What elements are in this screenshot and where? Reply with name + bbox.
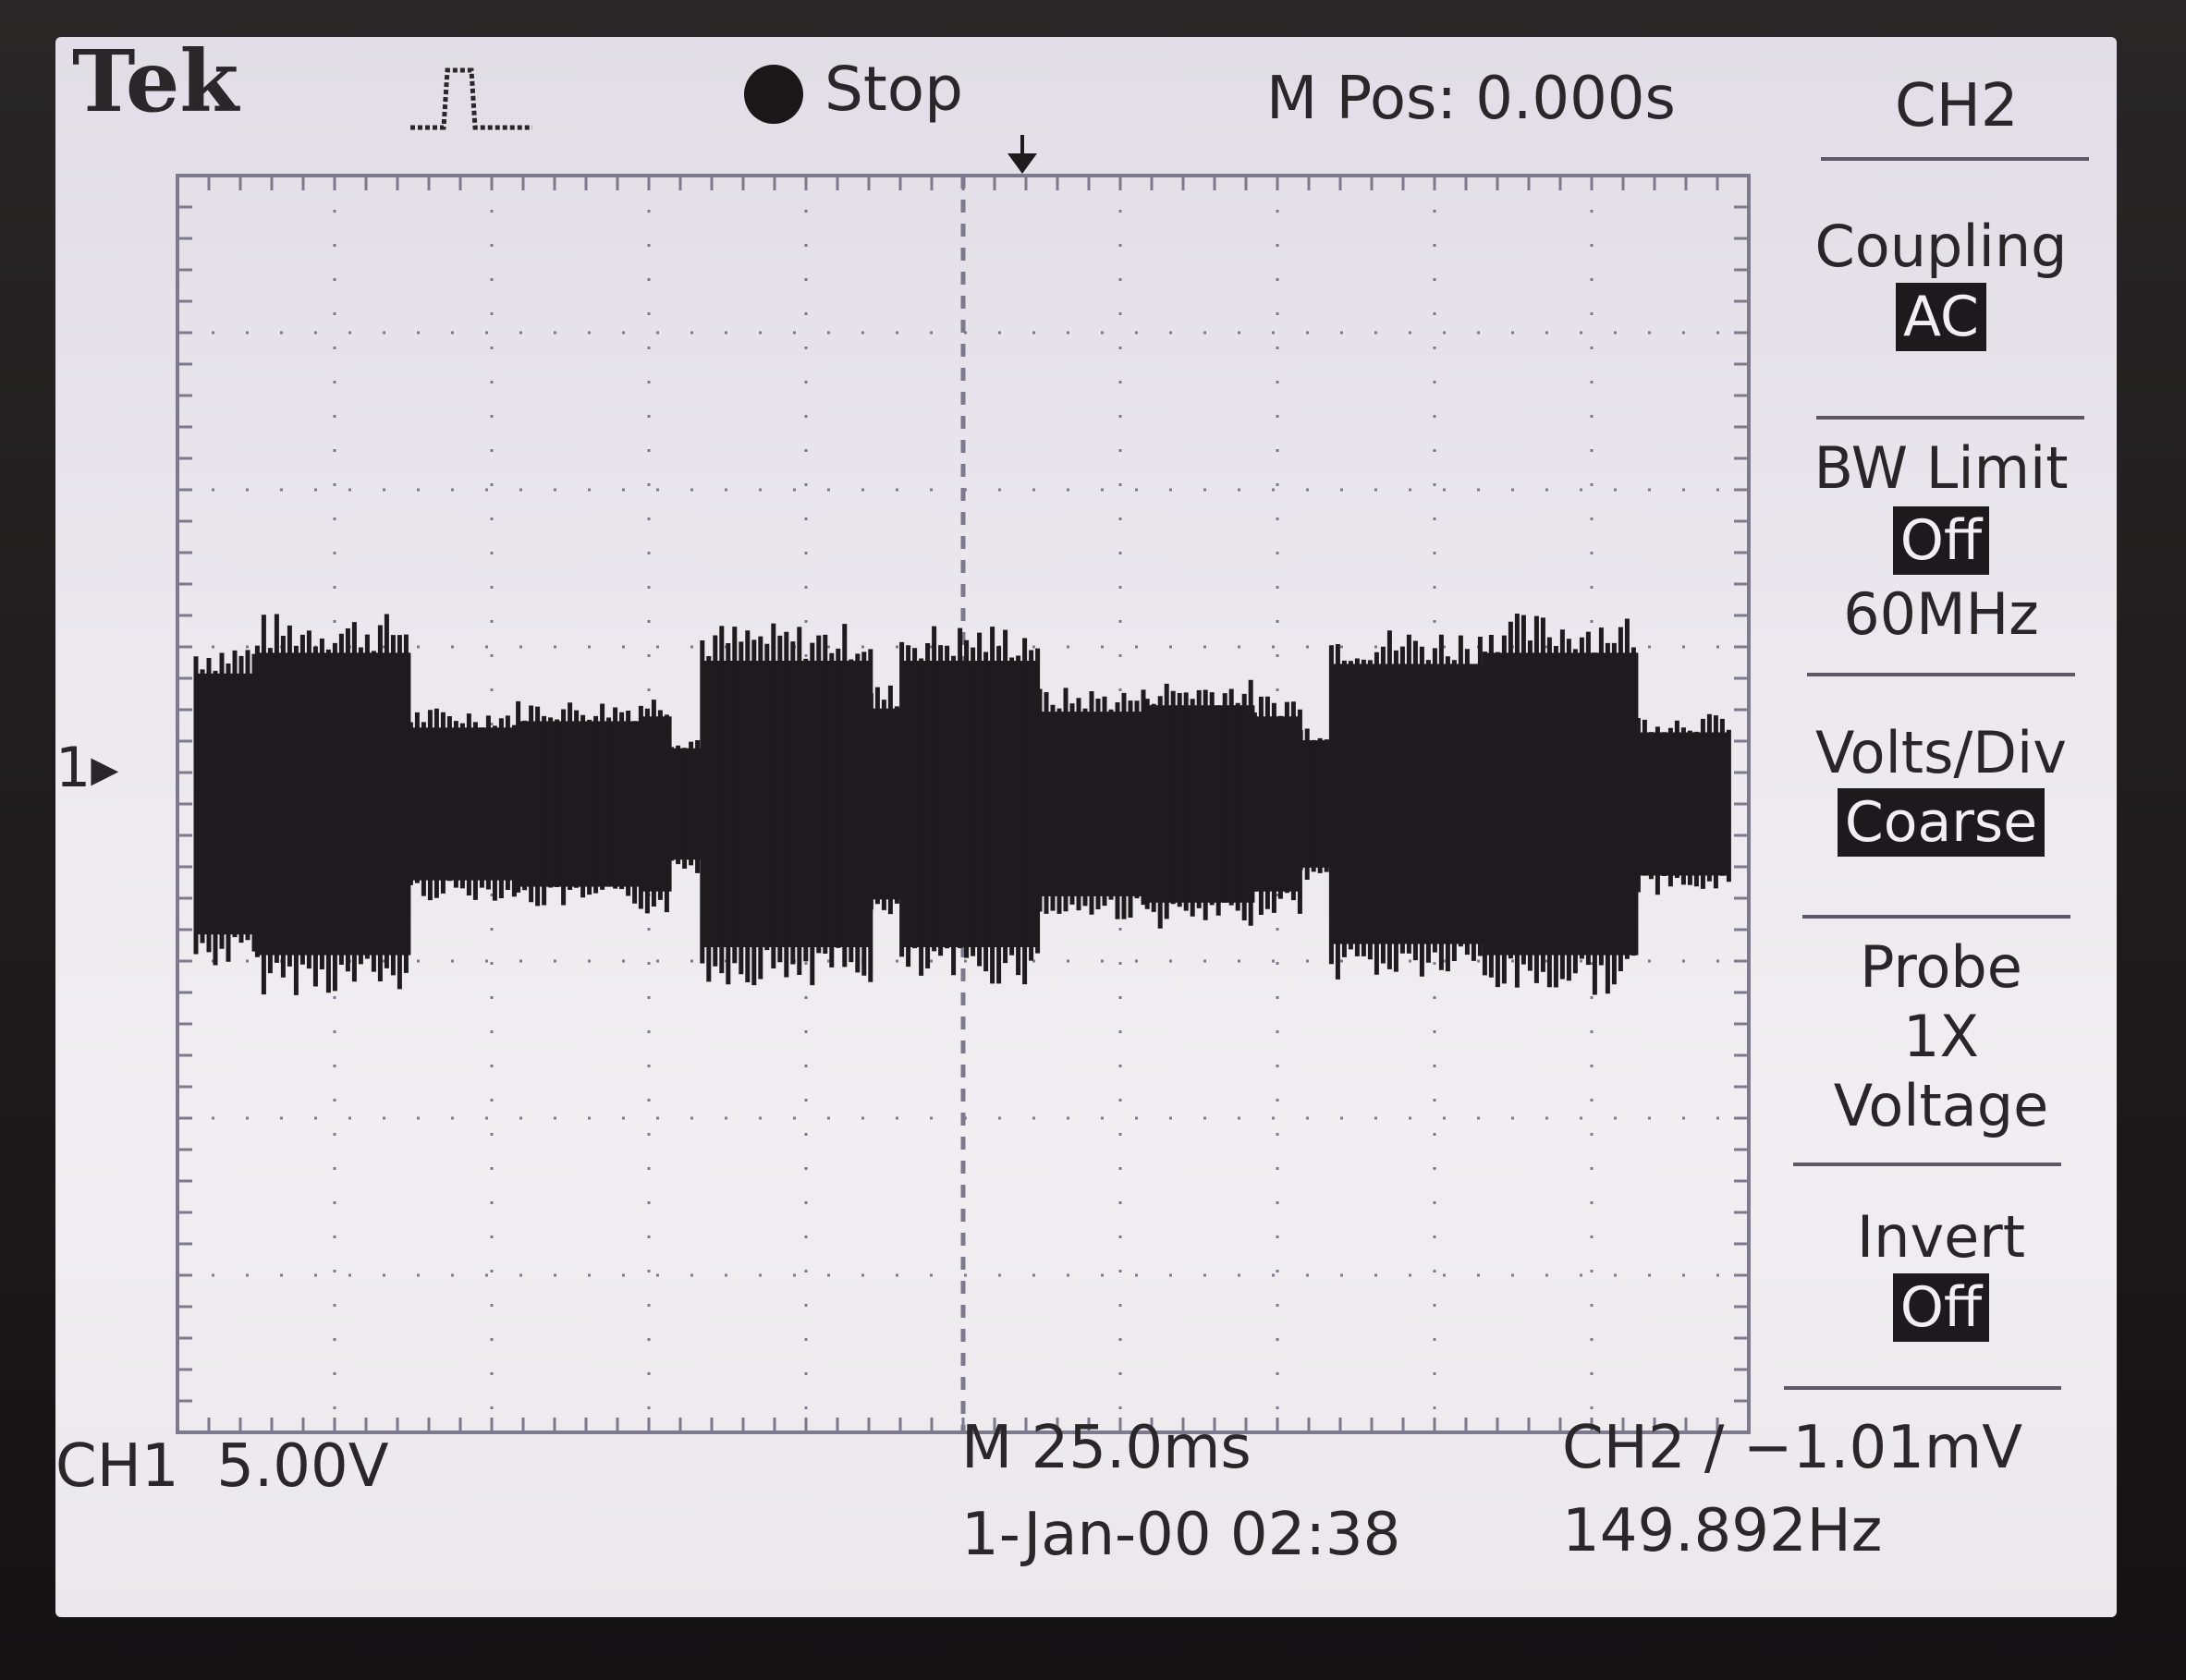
menu-channel-title: CH2	[1895, 72, 2019, 140]
invert-value: Off	[1892, 1273, 1990, 1342]
waveform-graticule	[176, 135, 1751, 1434]
run-state-label: Stop	[824, 54, 964, 125]
menu-divider	[1821, 157, 2089, 161]
bw-limit-value: Off	[1892, 506, 1990, 575]
probe-type: Voltage	[1833, 1072, 2049, 1139]
bw-limit-frequency: 60MHz	[1843, 580, 2039, 648]
invert-label: Invert	[1856, 1203, 2026, 1271]
oscilloscope-screen: Tek Stop M Pos: 0.000s CH2 1▸ Coupling A…	[55, 37, 2117, 1617]
ch1-ground-marker: 1▸	[55, 736, 118, 800]
brand-logo: Tek	[72, 37, 239, 131]
menu-divider	[1816, 416, 2084, 420]
menu-divider	[1802, 915, 2070, 919]
probe-label: Probe	[1860, 933, 2022, 1001]
date-time-readout: 1-Jan-00 02:38	[961, 1501, 1401, 1569]
ch1-scale-readout: CH1 5.00V	[55, 1432, 389, 1501]
ch1-marker-label: 1	[55, 736, 92, 800]
menu-divider	[1793, 1163, 2061, 1166]
coupling-menu-button[interactable]: AC	[1793, 283, 2089, 351]
trigger-readout: CH2 ∕ −1.01mV	[1562, 1414, 2023, 1482]
invert-menu-button[interactable]: Off	[1793, 1273, 2089, 1342]
menu-divider	[1784, 1386, 2061, 1390]
frequency-readout: 149.892Hz	[1562, 1497, 1883, 1565]
coupling-label: Coupling	[1814, 213, 2068, 280]
timebase-readout: M 25.0ms	[961, 1414, 1252, 1482]
menu-divider	[1807, 673, 2075, 676]
probe-attenuation-button[interactable]: 1X	[1793, 1003, 2089, 1070]
run-state-indicator-icon	[744, 65, 803, 124]
bw-limit-label: BW Limit	[1814, 434, 2069, 502]
volts-div-menu-button[interactable]: Coarse	[1793, 788, 2089, 857]
volts-div-label: Volts/Div	[1815, 719, 2067, 786]
bw-limit-menu-button[interactable]: Off	[1793, 506, 2089, 575]
coupling-value: AC	[1896, 283, 1986, 351]
ch1-waveform-trace	[193, 614, 1731, 995]
volts-div-value: Coarse	[1837, 788, 2046, 857]
ch1-marker-arrow-icon: ▸	[91, 736, 119, 800]
